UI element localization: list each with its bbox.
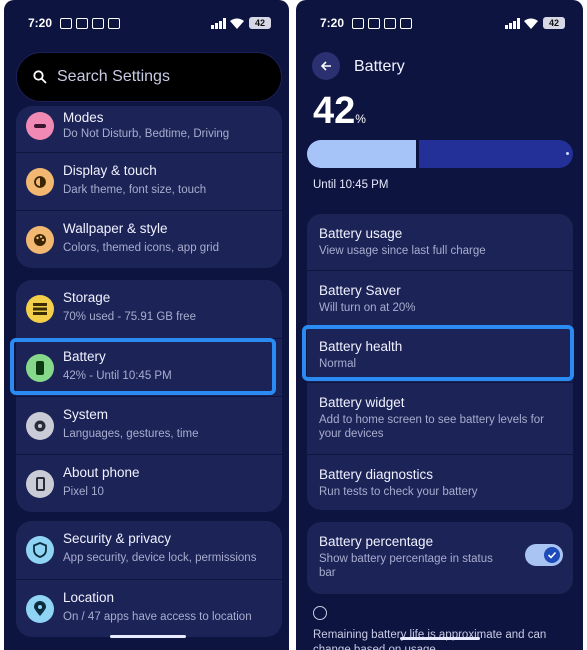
settings-item-title: Display & touch bbox=[63, 163, 157, 178]
item-title: Battery diagnostics bbox=[319, 467, 434, 482]
modes-icon bbox=[26, 112, 54, 140]
settings-item-title: Security & privacy bbox=[63, 531, 172, 546]
page-title: Battery bbox=[354, 58, 405, 75]
settings-item-sub: App security, device lock, permissions bbox=[63, 552, 257, 564]
signal-icon bbox=[505, 17, 520, 29]
settings-item-sub: Pixel 10 bbox=[63, 486, 104, 498]
settings-item-title: Location bbox=[63, 590, 115, 605]
home-indicator[interactable] bbox=[110, 635, 186, 638]
status-bar: 7:20 42 bbox=[296, 14, 583, 32]
battery-percentage-item[interactable]: Battery percentage Show battery percenta… bbox=[307, 522, 573, 594]
status-time: 7:20 bbox=[28, 16, 53, 30]
battery-percentage-toggle[interactable] bbox=[525, 544, 563, 566]
battery-percent-unit: % bbox=[355, 112, 366, 126]
arrow-left-icon bbox=[320, 61, 331, 71]
search-icon bbox=[33, 70, 47, 84]
system-status: 42 bbox=[505, 17, 565, 29]
settings-item-sub: Languages, gestures, time bbox=[63, 428, 199, 440]
status-time: 7:20 bbox=[320, 16, 345, 30]
shield-icon bbox=[26, 536, 54, 564]
settings-item-title: Modes bbox=[63, 110, 104, 125]
item-title: Battery Saver bbox=[319, 283, 401, 298]
battery-usage-item[interactable]: Battery usage View usage since last full… bbox=[307, 214, 573, 270]
highlight-battery bbox=[10, 338, 276, 395]
settings-item-display[interactable]: Display & touch Dark theme, font size, t… bbox=[16, 152, 282, 210]
notification-icons bbox=[60, 17, 120, 29]
battery-percentage: 42% bbox=[313, 90, 366, 133]
battery-status-icon: 42 bbox=[249, 17, 271, 29]
check-icon bbox=[544, 547, 560, 563]
settings-item-storage[interactable]: Storage 70% used - 75.91 GB free bbox=[16, 280, 282, 338]
wifi-icon bbox=[230, 18, 244, 29]
settings-item-sub: 70% used - 75.91 GB free bbox=[63, 311, 196, 323]
battery-percentage-group: Battery percentage Show battery percenta… bbox=[307, 522, 573, 594]
settings-item-sub: On / 47 apps have access to location bbox=[63, 611, 252, 623]
info-icon bbox=[313, 606, 327, 620]
home-indicator[interactable] bbox=[400, 637, 480, 640]
highlight-battery-health bbox=[302, 325, 574, 381]
settings-item-wallpaper[interactable]: Wallpaper & style Colors, themed icons, … bbox=[16, 210, 282, 268]
battery-until: Until 10:45 PM bbox=[313, 179, 389, 191]
palette-icon bbox=[26, 225, 54, 254]
back-button[interactable] bbox=[312, 52, 340, 80]
settings-item-title: System bbox=[63, 407, 109, 422]
settings-item-system[interactable]: System Languages, gestures, time bbox=[16, 396, 282, 454]
settings-screen: 7:20 42 Search Settings Modes Do Not Dis… bbox=[4, 0, 289, 650]
item-sub: Add to home screen to see battery levels… bbox=[319, 414, 545, 440]
settings-item-about[interactable]: About phone Pixel 10 bbox=[16, 454, 282, 512]
settings-item-sub: Do Not Disturb, Bedtime, Driving bbox=[63, 128, 230, 140]
settings-item-title: About phone bbox=[63, 465, 140, 480]
item-sub: Will turn on at 20% bbox=[319, 302, 416, 314]
settings-group-2: Storage 70% used - 75.91 GB free Battery… bbox=[16, 280, 282, 512]
item-title: Battery usage bbox=[319, 226, 403, 241]
item-sub: Run tests to check your battery bbox=[319, 486, 478, 498]
settings-item-sub: Dark theme, font size, touch bbox=[63, 184, 207, 196]
location-icon bbox=[26, 594, 54, 623]
brightness-icon bbox=[26, 167, 54, 196]
system-status: 42 bbox=[211, 17, 271, 29]
status-bar: 7:20 42 bbox=[4, 14, 289, 32]
settings-item-title: Storage bbox=[63, 290, 111, 305]
settings-item-title: Wallpaper & style bbox=[63, 221, 168, 236]
search-input[interactable]: Search Settings bbox=[16, 52, 282, 102]
settings-item-sub: Colors, themed icons, app grid bbox=[63, 242, 219, 254]
battery-bar-end-dot bbox=[566, 152, 569, 155]
search-placeholder: Search Settings bbox=[57, 68, 170, 85]
battery-diagnostics-item[interactable]: Battery diagnostics Run tests to check y… bbox=[307, 454, 573, 510]
item-title: Battery widget bbox=[319, 395, 405, 410]
storage-icon bbox=[26, 295, 54, 323]
notification-icons bbox=[352, 17, 412, 29]
signal-icon bbox=[211, 17, 226, 29]
battery-percent-value: 42 bbox=[313, 90, 356, 132]
settings-item-security[interactable]: Security & privacy App security, device … bbox=[16, 521, 282, 579]
settings-group-1: Modes Do Not Disturb, Bedtime, Driving D… bbox=[16, 106, 282, 268]
item-sub: View usage since last full charge bbox=[319, 245, 486, 257]
battery-level-bar bbox=[307, 140, 573, 168]
wifi-icon bbox=[524, 18, 538, 29]
battery-status-icon: 42 bbox=[543, 17, 565, 29]
item-title: Battery percentage bbox=[319, 534, 434, 549]
settings-group-3: Security & privacy App security, device … bbox=[16, 521, 282, 637]
battery-screen: 7:20 42 Battery 42% Until 10:45 PM Batte… bbox=[296, 0, 583, 650]
battery-widget-item[interactable]: Battery widget Add to home screen to see… bbox=[307, 382, 573, 454]
battery-saver-item[interactable]: Battery Saver Will turn on at 20% bbox=[307, 270, 573, 326]
phone-icon bbox=[26, 469, 54, 498]
gear-icon bbox=[26, 411, 54, 440]
settings-item-location[interactable]: Location On / 47 apps have access to loc… bbox=[16, 579, 282, 637]
battery-level-fill bbox=[307, 140, 419, 168]
item-sub: Show battery percentage in status bar bbox=[319, 553, 493, 579]
settings-item-modes[interactable]: Modes Do Not Disturb, Bedtime, Driving bbox=[16, 106, 282, 152]
